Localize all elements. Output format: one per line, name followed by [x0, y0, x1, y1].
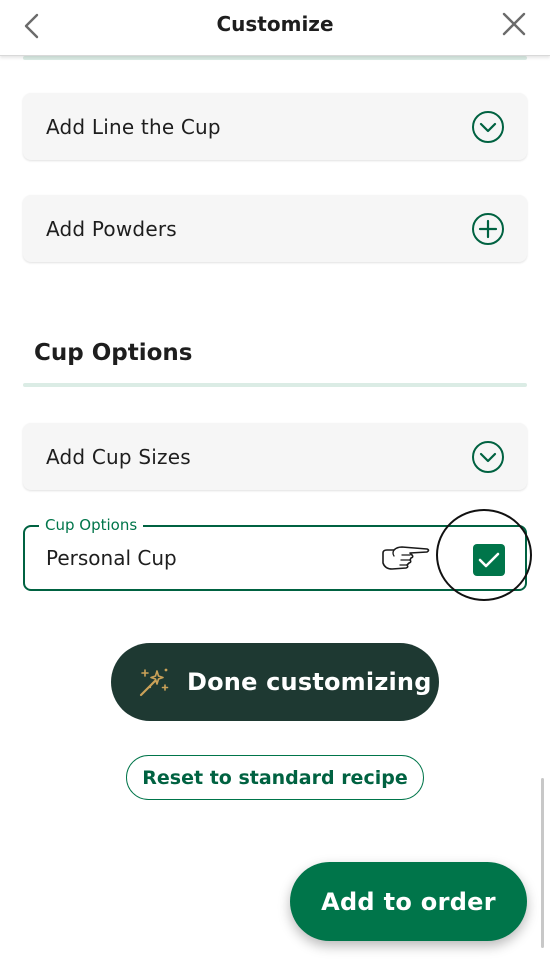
plus-circle-icon — [471, 212, 505, 246]
done-customizing-button[interactable]: Done customizing — [111, 643, 439, 721]
section-divider — [23, 56, 527, 60]
section-title-cup-options: Cup Options — [34, 340, 193, 366]
page-title: Customize — [216, 12, 334, 36]
option-line-the-cup[interactable]: Add Line the Cup — [23, 93, 527, 160]
section-divider — [23, 383, 527, 387]
pointing-hand-icon — [380, 543, 432, 573]
option-cup-sizes[interactable]: Add Cup Sizes — [23, 423, 527, 490]
chevron-down-circle-icon — [471, 110, 505, 144]
customize-screen: Customize Add Line the Cup Add Powders C… — [0, 0, 550, 960]
magic-wand-icon — [139, 668, 169, 697]
done-customizing-label: Done customizing — [187, 668, 432, 696]
top-bar: Customize — [0, 0, 550, 56]
option-label: Add Line the Cup — [46, 114, 221, 139]
reset-recipe-button[interactable]: Reset to standard recipe — [126, 755, 424, 800]
close-icon — [502, 12, 526, 36]
add-to-order-button[interactable]: Add to order — [290, 862, 527, 941]
highlight-circle-annotation — [436, 509, 532, 601]
close-button[interactable] — [496, 6, 532, 42]
option-label: Add Cup Sizes — [46, 444, 191, 469]
field-legend: Cup Options — [39, 516, 144, 534]
scrollbar[interactable] — [541, 778, 544, 948]
option-powders[interactable]: Add Powders — [23, 195, 527, 262]
chevron-down-circle-icon — [471, 440, 505, 474]
field-value: Personal Cup — [46, 546, 177, 570]
option-label: Add Powders — [46, 216, 177, 241]
